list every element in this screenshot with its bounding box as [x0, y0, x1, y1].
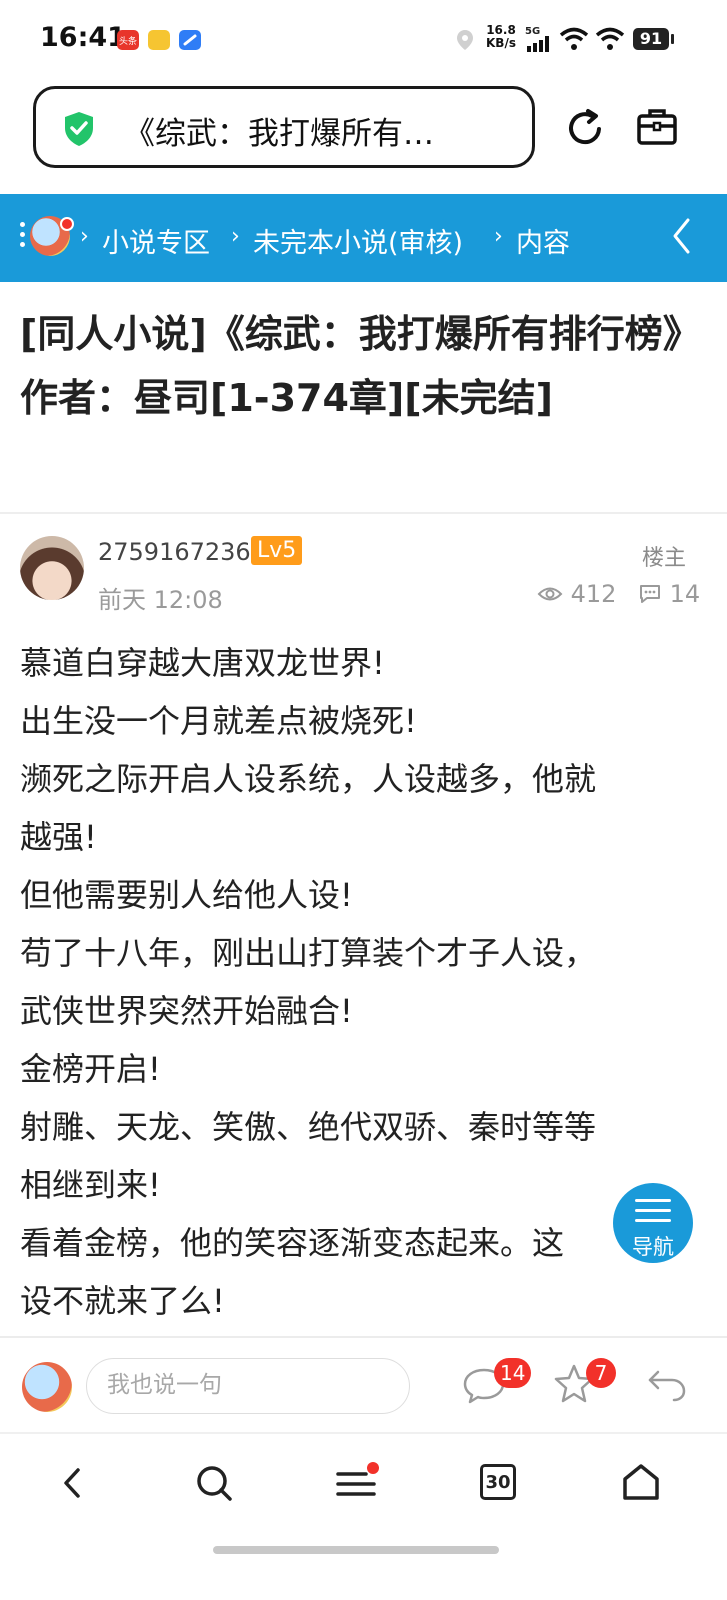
- current-user-avatar[interactable]: [22, 1362, 72, 1412]
- post-line: 射雕、天龙、笑傲、绝代双骄、秦时等等: [20, 1108, 597, 1146]
- back-icon[interactable]: [58, 1466, 86, 1500]
- menu-icon: [635, 1199, 671, 1229]
- post-line: 但他需要别人给他人设!: [20, 876, 353, 914]
- post-content: 慕道白穿越大唐双龙世界! 出生没一个月就差点被烧死! 濒死之际开启人设系统，人设…: [20, 634, 690, 1330]
- reload-icon[interactable]: [566, 108, 606, 150]
- floating-nav-label: 导航: [632, 1235, 674, 1259]
- chevron-left-icon[interactable]: [670, 216, 694, 256]
- thread-title: [同人小说]《综武：我打爆所有排行榜》作者：昼司[1-374章][未完结]: [20, 312, 682, 420]
- shield-icon: [65, 112, 93, 146]
- post-line: 设不就来了么!: [20, 1282, 225, 1320]
- home-icon[interactable]: [620, 1462, 662, 1502]
- wifi-icon-2: [595, 27, 625, 50]
- reply-input[interactable]: 我也说一句: [86, 1358, 410, 1414]
- post-line: 越强!: [20, 818, 97, 856]
- wifi-icon: [559, 27, 589, 50]
- browser-icon: [179, 30, 201, 50]
- divider: [0, 1432, 727, 1434]
- level-badge: Lv5: [251, 536, 303, 565]
- breadcrumb-separator-icon: ›: [80, 224, 89, 249]
- toolbox-icon[interactable]: [636, 106, 678, 148]
- location-icon: [457, 30, 473, 50]
- post-line: 看着金榜，他的笑容逐渐变态起来。这: [20, 1224, 565, 1262]
- view-count: 412: [537, 580, 616, 608]
- post-line: 相继到来!: [20, 1166, 161, 1204]
- floating-nav-button[interactable]: 导航: [613, 1183, 693, 1263]
- comment-icon: [640, 585, 660, 603]
- divider: [0, 512, 727, 514]
- post-line: 武侠世界突然开始融合!: [20, 992, 353, 1030]
- divider: [0, 1336, 727, 1338]
- post-time: 前天 12:08: [98, 586, 223, 614]
- page-title-in-address-bar[interactable]: 《综武：我打爆所有…: [124, 108, 504, 153]
- breadcrumb-item-novel-zone[interactable]: 小说专区: [102, 221, 210, 260]
- post-line: 苟了十八年，刚出山打算装个才子人设，: [20, 934, 597, 972]
- signal-icon: [527, 36, 549, 52]
- network-speed: 16.8 KB/s: [486, 23, 516, 50]
- breadcrumb-separator-icon: ›: [231, 224, 240, 249]
- post-line: 出生没一个月就差点被烧死!: [20, 702, 417, 740]
- status-bar: 16:41 头条 16.8 KB/s 5G 91: [0, 0, 727, 78]
- menu-icon[interactable]: [334, 1460, 382, 1502]
- comment-count-badge: 14: [494, 1358, 532, 1388]
- thread-owner-label: 楼主: [642, 546, 687, 571]
- tabs-button[interactable]: 30: [480, 1464, 516, 1500]
- notes-icon: [148, 30, 170, 50]
- menu-dots-icon[interactable]: [20, 222, 26, 252]
- toutiao-icon: 头条: [117, 30, 139, 50]
- reply-count: 14: [638, 580, 700, 608]
- post-line: 金榜开启!: [20, 1050, 161, 1088]
- notification-dot: [60, 217, 74, 231]
- favorite-count-badge: 7: [586, 1358, 616, 1388]
- eye-icon: [537, 587, 563, 601]
- search-icon[interactable]: [194, 1463, 234, 1503]
- gesture-bar[interactable]: [213, 1546, 499, 1554]
- svg-text:头条: 头条: [119, 35, 137, 47]
- post-line: 濒死之际开启人设系统，人设越多，他就: [20, 760, 597, 798]
- status-time: 16:41: [40, 22, 126, 53]
- breadcrumb-separator-icon: ›: [494, 224, 503, 249]
- breadcrumb-item-content[interactable]: 内容: [516, 221, 570, 260]
- breadcrumb-item-unfinished[interactable]: 未完本小说(审核): [253, 221, 463, 260]
- author-avatar[interactable]: [20, 536, 84, 600]
- battery-indicator: 91: [633, 28, 674, 50]
- share-back-icon[interactable]: [646, 1366, 688, 1404]
- author-username[interactable]: 2759167236: [98, 538, 251, 566]
- post-line: 慕道白穿越大唐双龙世界!: [20, 644, 385, 682]
